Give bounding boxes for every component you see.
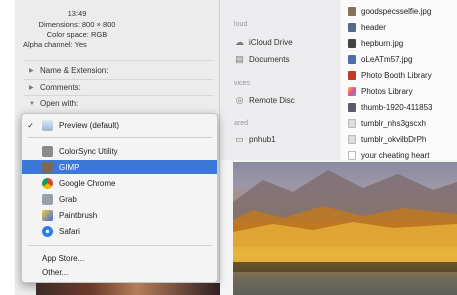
menu-item-grab[interactable]: Grab — [22, 192, 217, 206]
info-alpha-channel: Alpha channel: Yes — [23, 40, 87, 49]
computer-icon: ▭ — [235, 134, 244, 144]
portrait-image-peek — [36, 283, 220, 295]
open-with-menu: ✓ Preview (default) ColorSync Utility GI… — [21, 113, 218, 283]
divider — [23, 95, 213, 96]
file-icon — [348, 119, 356, 128]
disc-icon: ◎ — [235, 95, 244, 105]
mountain-landscape — [233, 170, 457, 295]
image-file-icon — [348, 55, 356, 64]
menu-item-safari[interactable]: Safari — [22, 224, 217, 238]
disclosure-triangle-icon: ▶ — [29, 85, 34, 91]
preview-image — [233, 162, 457, 295]
info-time: 13:49 — [67, 9, 87, 18]
file-icon — [348, 23, 356, 32]
list-item[interactable]: Photos Library — [348, 87, 457, 96]
grab-icon — [42, 193, 53, 205]
sidebar-item-icloud-drive[interactable]: ☁ iCloud Drive — [234, 37, 293, 48]
finder-sidebar: loud ☁ iCloud Drive ▤ Documents vices ◎ … — [220, 0, 340, 160]
sidebar-section-icloud: loud — [234, 21, 248, 28]
safari-icon — [42, 225, 53, 237]
divider — [23, 60, 213, 61]
list-item[interactable]: hepburn.jpg — [348, 39, 457, 48]
preview-app-icon — [42, 119, 53, 131]
list-item[interactable]: tumblr_nhs3gscxh — [348, 119, 457, 128]
menu-item-other[interactable]: Other... — [22, 265, 217, 279]
file-icon — [348, 135, 356, 144]
sidebar-section-shared: ared — [234, 120, 249, 127]
list-item[interactable]: goodspecsselfie.jpg — [348, 7, 457, 16]
sidebar-item-documents[interactable]: ▤ Documents — [234, 54, 289, 65]
sidebar-item-remote-disc[interactable]: ◎ Remote Disc — [234, 95, 295, 106]
list-item[interactable]: header — [348, 23, 457, 32]
menu-item-colorsync[interactable]: ColorSync Utility — [22, 144, 217, 158]
menu-item-app-store[interactable]: App Store... — [22, 251, 217, 265]
list-item[interactable]: thumb-1920-411853 — [348, 103, 457, 112]
menu-item-paintbrush[interactable]: Paintbrush — [22, 208, 217, 222]
paintbrush-icon — [42, 209, 53, 221]
menu-separator — [28, 245, 212, 246]
sidebar-section-devices: vices — [234, 80, 250, 87]
info-dimensions: Dimensions: 800 × 800 — [38, 20, 116, 29]
menu-separator — [28, 137, 212, 138]
image-file-icon — [348, 7, 356, 16]
colorsync-icon — [42, 145, 53, 157]
section-open-with[interactable]: ▼ Open with: — [29, 99, 78, 108]
list-item[interactable]: Photo Booth Library — [348, 71, 457, 80]
menu-item-gimp[interactable]: GIMP — [22, 160, 217, 174]
disclosure-triangle-icon: ▶ — [29, 68, 34, 74]
section-comments[interactable]: ▶ Comments: — [29, 83, 81, 92]
checkmark-icon: ✓ — [27, 120, 34, 130]
image-file-icon — [348, 39, 356, 48]
documents-icon: ▤ — [235, 54, 244, 64]
list-item[interactable]: tumblr_okvilbDrPh — [348, 135, 457, 144]
list-item[interactable]: your cheating heart — [348, 151, 457, 160]
chrome-icon — [42, 177, 53, 189]
list-item[interactable]: oLeATm57.jpg — [348, 55, 457, 64]
file-icon — [348, 151, 356, 160]
sidebar-item-pnhub1[interactable]: ▭ pnhub1 — [234, 134, 275, 145]
image-file-icon — [348, 103, 356, 112]
photos-icon — [348, 87, 356, 96]
menu-item-preview[interactable]: ✓ Preview (default) — [22, 118, 217, 132]
section-name-extension[interactable]: ▶ Name & Extension: — [29, 66, 108, 75]
disclosure-triangle-open-icon: ▼ — [29, 100, 35, 107]
menu-item-chrome[interactable]: Google Chrome — [22, 176, 217, 190]
info-color-space: Color space: RGB — [46, 30, 108, 39]
photo-booth-icon — [348, 71, 356, 80]
divider — [23, 79, 213, 80]
file-list: goodspecsselfie.jpg header hepburn.jpg o… — [342, 0, 457, 160]
gimp-icon — [42, 161, 53, 173]
cloud-icon: ☁ — [235, 37, 244, 47]
